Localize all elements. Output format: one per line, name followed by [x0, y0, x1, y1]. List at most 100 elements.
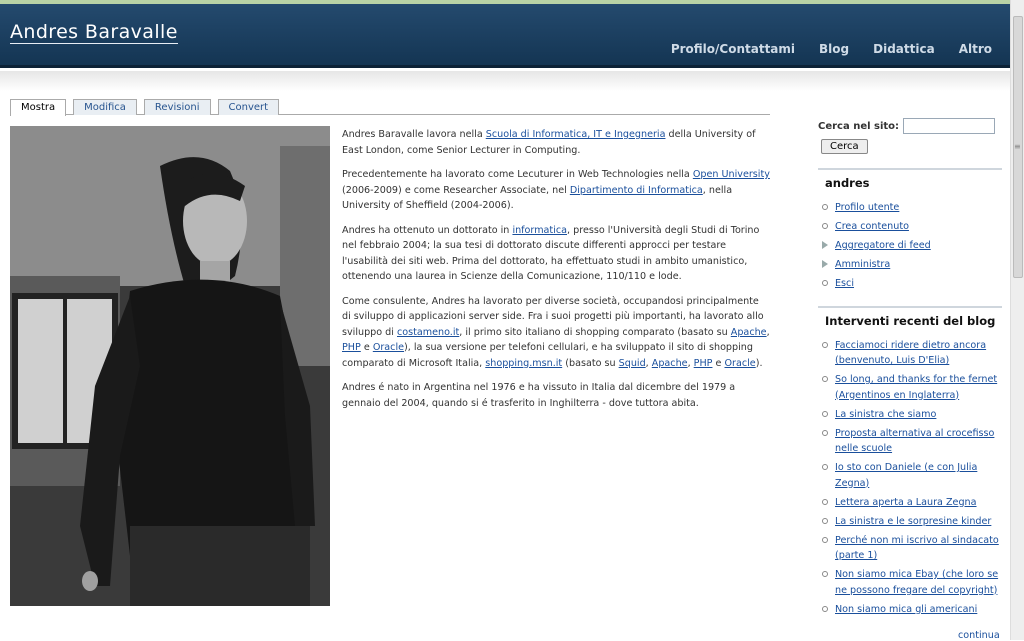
- collapsed-arrow-icon: [822, 260, 828, 268]
- collapsed-arrow-icon: [822, 241, 828, 249]
- blog-link[interactable]: La sinistra che siamo: [835, 409, 936, 420]
- link-apache[interactable]: Apache: [731, 327, 767, 338]
- text-run: (2006-2009) e come Researcher Associate,…: [342, 184, 570, 196]
- user-link-esci[interactable]: Esci: [835, 278, 854, 289]
- user-link-profilo[interactable]: Profilo utente: [835, 202, 899, 213]
- profile-photo: [10, 126, 330, 606]
- link-apache-2[interactable]: Apache: [652, 358, 688, 369]
- link-oracle-2[interactable]: Oracle: [724, 358, 755, 369]
- user-link-crea[interactable]: Crea contenuto: [835, 221, 909, 232]
- tab-convert[interactable]: Convert: [217, 99, 280, 115]
- content-tabs: Mostra Modifica Revisioni Convert: [10, 99, 770, 116]
- list-item: Io sto con Daniele (e con Julia Zegna): [822, 460, 1002, 491]
- bullet-icon: [822, 464, 828, 470]
- list-item: Non siamo mica Ebay (che loro se ne poss…: [822, 567, 1002, 598]
- nav-item-profilo[interactable]: Profilo/Contattami: [671, 42, 795, 56]
- list-item: Proposta alternativa al crocefisso nelle…: [822, 426, 1002, 457]
- bullet-icon: [822, 498, 828, 505]
- link-informatica[interactable]: informatica: [512, 225, 567, 236]
- blog-block-title: Interventi recenti del blog: [818, 305, 1002, 328]
- blog-link[interactable]: Lettera aperta a Laura Zegna: [835, 497, 977, 508]
- more-link[interactable]: continua: [958, 630, 1000, 641]
- text-run: Andres ha ottenuto un dottorato in: [342, 224, 513, 236]
- list-item: La sinistra e le sorpresine kinder: [822, 514, 1002, 530]
- blog-link[interactable]: Perché non mi iscrivo al sindacato (part…: [835, 535, 999, 562]
- article-paragraph-2: Precedentemente ha lavorato come Lecutur…: [342, 167, 770, 214]
- header-shadow: [0, 71, 1010, 91]
- vertical-scrollbar[interactable]: [1010, 0, 1024, 640]
- link-squid[interactable]: Squid: [619, 358, 646, 369]
- recent-blog-list: Facciamoci ridere dietro ancora (benvenu…: [818, 338, 1002, 618]
- article-paragraph-1: Andres Baravalle lavora nella Scuola di …: [342, 127, 770, 158]
- bullet-icon: [822, 605, 828, 612]
- link-shopping-msn[interactable]: shopping.msn.it: [485, 358, 562, 369]
- link-php[interactable]: PHP: [342, 342, 361, 353]
- blog-link[interactable]: Proposta alternativa al crocefisso nelle…: [835, 428, 994, 455]
- text-run: (basato su: [562, 357, 619, 369]
- blog-link[interactable]: Non siamo mica gli americani: [835, 604, 977, 615]
- list-item: Crea contenuto: [822, 219, 1002, 235]
- nav-item-blog[interactable]: Blog: [819, 42, 849, 56]
- article-paragraph-4: Come consulente, Andres ha lavorato per …: [342, 294, 770, 372]
- blog-link[interactable]: So long, and thanks for the fernet (Arge…: [835, 374, 997, 401]
- text-run: e: [360, 342, 373, 353]
- list-item: Perché non mi iscrivo al sindacato (part…: [822, 533, 1002, 564]
- bullet-icon: [822, 341, 828, 348]
- text-run: ,: [766, 326, 770, 338]
- site-header: Andres Baravalle Profilo/Contattami Blog…: [0, 4, 1010, 68]
- link-dipartimento-informatica[interactable]: Dipartimento di Informatica: [570, 185, 703, 196]
- list-item: Profilo utente: [822, 200, 1002, 216]
- bullet-icon: [822, 280, 828, 286]
- bullet-icon: [822, 223, 828, 229]
- text-run: Precedentemente ha lavorato come Lecutur…: [342, 169, 693, 180]
- search-input[interactable]: [903, 118, 996, 134]
- text-run: , il primo sito italiano di shopping com…: [459, 326, 731, 338]
- article-paragraph-3: Andres ha ottenuto un dottorato in infor…: [342, 223, 770, 285]
- list-item: Esci: [822, 276, 1002, 292]
- blog-link[interactable]: Non siamo mica Ebay (che loro se ne poss…: [835, 569, 998, 596]
- list-item: Amministra: [822, 257, 1002, 273]
- nav-item-altro[interactable]: Altro: [959, 42, 992, 56]
- tab-mostra[interactable]: Mostra: [10, 99, 67, 116]
- text-run: ).: [755, 357, 763, 369]
- text-run: Andres Baravalle lavora nella: [342, 129, 486, 140]
- nav-item-didattica[interactable]: Didattica: [873, 42, 935, 56]
- bullet-icon: [822, 204, 828, 210]
- tab-revisioni[interactable]: Revisioni: [143, 99, 211, 115]
- list-item: La sinistra che siamo: [822, 407, 1002, 423]
- list-item: Facciamoci ridere dietro ancora (benvenu…: [822, 338, 1002, 369]
- user-link-amministra[interactable]: Amministra: [835, 259, 890, 270]
- bullet-icon: [822, 571, 828, 577]
- article-body: Andres Baravalle lavora nella Scuola di …: [342, 127, 770, 420]
- bullet-icon: [822, 429, 828, 436]
- link-php-2[interactable]: PHP: [694, 358, 713, 369]
- blog-link[interactable]: La sinistra e le sorpresine kinder: [835, 516, 991, 527]
- list-item: So long, and thanks for the fernet (Arge…: [822, 372, 1002, 403]
- user-block-title: andres: [818, 168, 1002, 190]
- user-menu: Profilo utente Crea contenuto Aggregator…: [818, 200, 1002, 292]
- sidebar: Cerca nel sito: Cerca andres Profilo ute…: [818, 118, 1002, 621]
- grip-icon: ≡: [1014, 142, 1021, 151]
- bullet-icon: [822, 376, 828, 382]
- link-open-university[interactable]: Open University: [693, 169, 770, 180]
- search-button[interactable]: Cerca: [821, 139, 868, 154]
- search-form: Cerca nel sito:: [818, 118, 1002, 134]
- list-item: Non siamo mica gli americani: [822, 602, 1002, 618]
- text-run: e: [712, 357, 725, 369]
- blog-link[interactable]: Facciamoci ridere dietro ancora (benvenu…: [835, 340, 986, 367]
- primary-nav: Profilo/Contattami Blog Didattica Altro: [671, 42, 992, 56]
- bullet-icon: [822, 536, 828, 543]
- list-item: Lettera aperta a Laura Zegna: [822, 495, 1002, 511]
- search-label: Cerca nel sito:: [818, 120, 900, 132]
- user-link-aggregatore[interactable]: Aggregatore di feed: [835, 240, 931, 251]
- bullet-icon: [822, 410, 828, 417]
- link-costameno[interactable]: costameno.it: [397, 327, 459, 338]
- article-paragraph-5: Andres é nato in Argentina nel 1976 e ha…: [342, 382, 736, 409]
- list-item: Aggregatore di feed: [822, 238, 1002, 254]
- link-oracle[interactable]: Oracle: [373, 342, 404, 353]
- blog-link[interactable]: Io sto con Daniele (e con Julia Zegna): [835, 462, 977, 489]
- link-scuola-informatica[interactable]: Scuola di Informatica, IT e Ingegneria: [486, 129, 666, 140]
- site-title-link[interactable]: Andres Baravalle: [10, 21, 178, 44]
- bullet-icon: [822, 517, 828, 524]
- tab-modifica[interactable]: Modifica: [73, 99, 137, 115]
